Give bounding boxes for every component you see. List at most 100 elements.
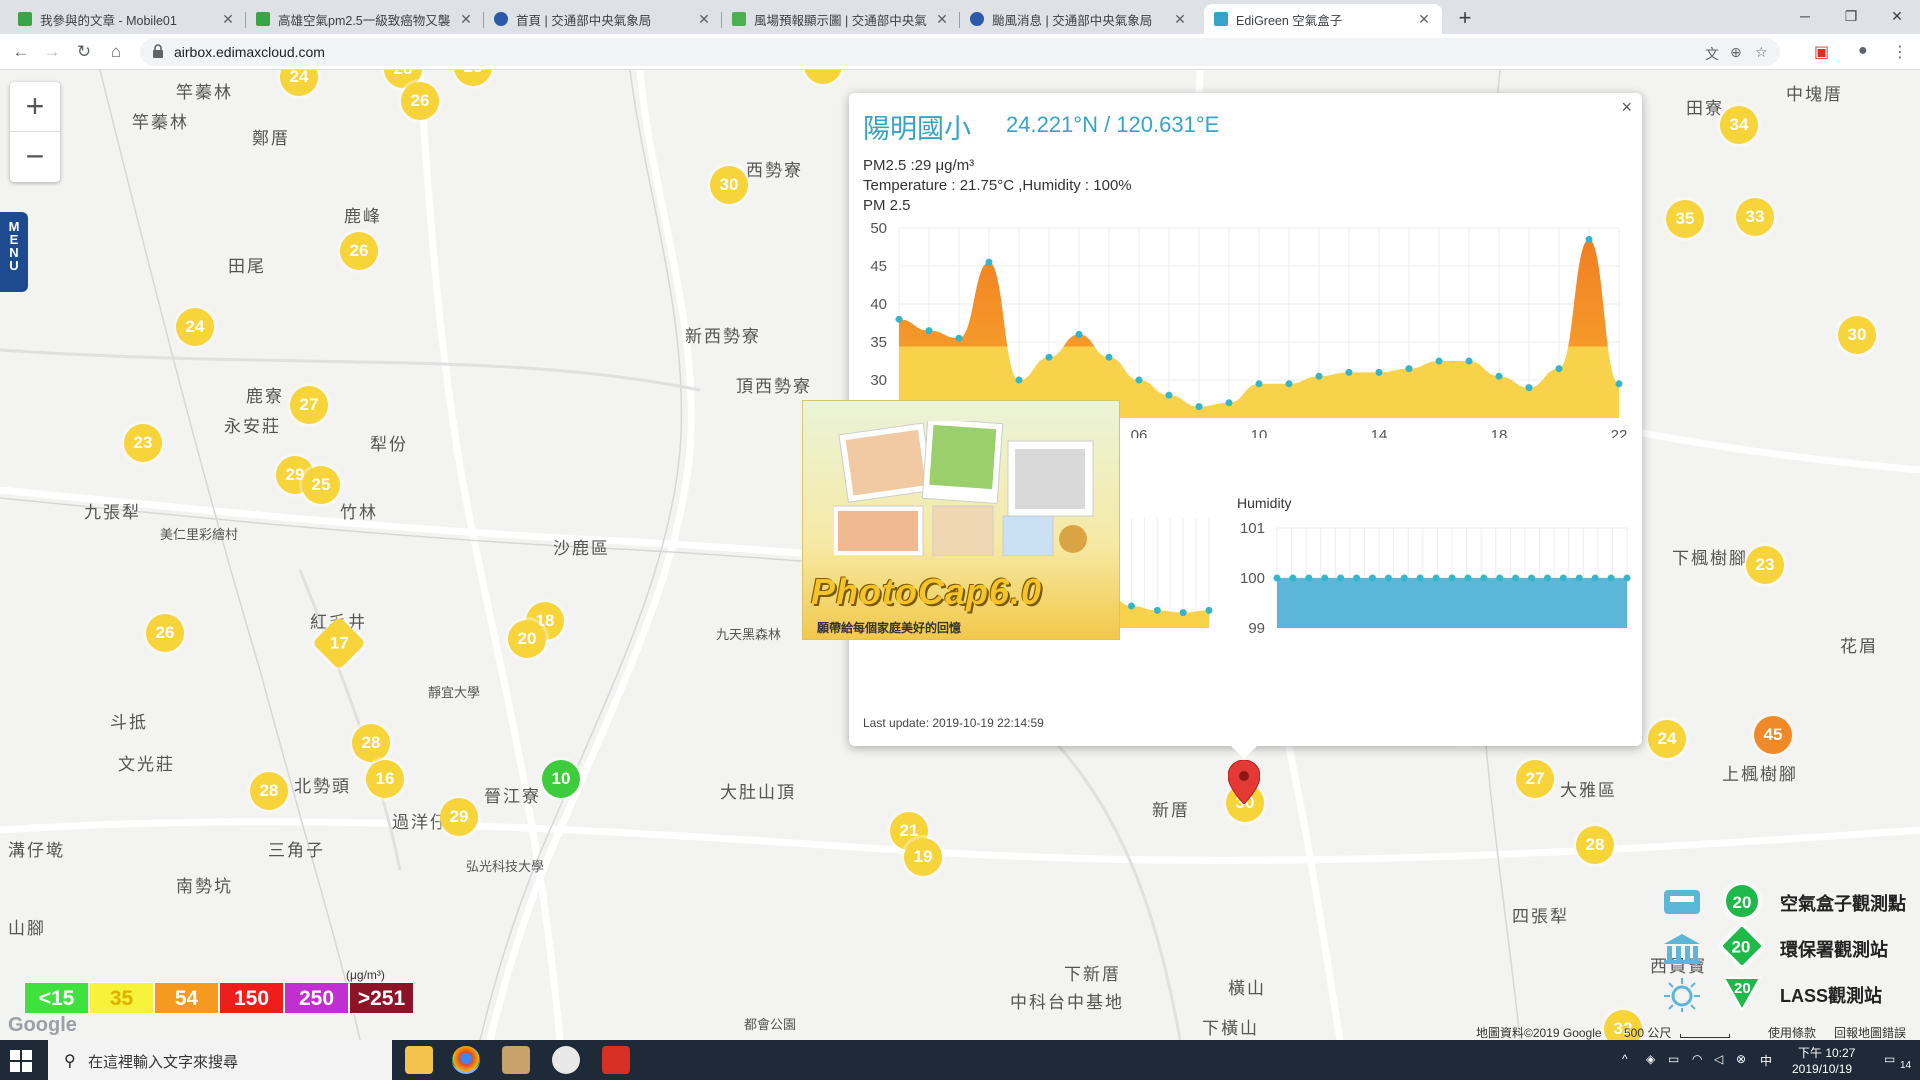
aqi-marker[interactable]: 33 xyxy=(1736,198,1774,236)
popup-close-button[interactable]: × xyxy=(1621,97,1632,118)
close-tab-icon[interactable]: ✕ xyxy=(220,11,236,28)
wifi-icon[interactable]: ◠ xyxy=(1692,1052,1702,1066)
legend-marker-value: 20 xyxy=(1734,980,1751,997)
aqi-marker[interactable]: 29 xyxy=(440,798,478,836)
x-tick-label: 22 xyxy=(1611,427,1628,438)
forward-arrow-icon[interactable]: → xyxy=(40,40,64,64)
close-tab-icon[interactable]: ✕ xyxy=(1172,11,1188,28)
window-close-button[interactable]: ✕ xyxy=(1874,2,1920,30)
close-tab-icon[interactable]: ✕ xyxy=(934,11,950,28)
data-point xyxy=(1416,574,1424,582)
browser-tab[interactable]: 首頁 | 交通部中央氣象局 ✕ xyxy=(484,4,722,34)
aqi-marker[interactable]: 27 xyxy=(290,386,328,424)
aqi-marker[interactable]: 20 xyxy=(508,620,546,658)
data-point xyxy=(1384,574,1392,582)
map-place-label: 竿蓁林 xyxy=(176,83,233,102)
aqi-marker[interactable]: 23 xyxy=(1746,546,1784,584)
app-icon[interactable] xyxy=(602,1046,630,1074)
aqi-marker[interactable]: 30 xyxy=(1838,316,1876,354)
home-icon[interactable]: ⌂ xyxy=(104,40,128,64)
mobile01-icon xyxy=(256,12,270,26)
zoom-in-button[interactable]: + xyxy=(10,82,60,132)
aqi-marker[interactable]: 26 xyxy=(340,232,378,270)
data-point xyxy=(1405,365,1413,373)
more-menu-icon[interactable]: ⋮ xyxy=(1892,42,1908,62)
reload-icon[interactable]: ↻ xyxy=(72,40,96,64)
data-point xyxy=(985,258,993,266)
aqi-marker[interactable]: 26 xyxy=(401,82,439,120)
app-icon[interactable] xyxy=(552,1046,580,1074)
bookmark-star-icon[interactable]: ☆ xyxy=(1755,44,1768,61)
lass-sun-icon xyxy=(1664,978,1700,1012)
aqi-marker[interactable]: 34 xyxy=(1720,106,1758,144)
ime-icon[interactable]: 中 xyxy=(1760,1052,1772,1069)
close-tab-icon[interactable]: ✕ xyxy=(696,11,712,28)
map-place-label: 永安莊 xyxy=(224,417,281,436)
aqi-marker[interactable]: 28 xyxy=(352,724,390,762)
back-arrow-icon[interactable]: ← xyxy=(9,40,33,64)
data-point xyxy=(1448,574,1456,582)
chrome-icon[interactable] xyxy=(452,1046,480,1074)
photocap-app-icon[interactable] xyxy=(502,1046,530,1074)
browser-tab[interactable]: 颱風消息 | 交通部中央氣象局 ✕ xyxy=(960,4,1198,34)
extension-icon[interactable]: ▣ xyxy=(1814,42,1829,62)
chevron-up-icon[interactable]: ^ xyxy=(1622,1052,1628,1066)
map-place-label: 頂西勢寮 xyxy=(736,377,812,396)
zoom-icon[interactable]: ⊕ xyxy=(1730,44,1742,61)
aqi-marker[interactable]: 35 xyxy=(1666,200,1704,238)
map-scale: 500 公尺 xyxy=(1624,1026,1672,1040)
y-tick-label: 100 xyxy=(1240,570,1265,587)
translate-icon[interactable]: 文 xyxy=(1705,44,1719,64)
data-point xyxy=(1015,376,1023,384)
aqi-marker[interactable]: 23 xyxy=(124,424,162,462)
data-point xyxy=(1165,391,1173,399)
aqi-marker[interactable]: 19 xyxy=(904,838,942,876)
aqi-marker[interactable]: 27 xyxy=(1516,760,1554,798)
aqi-marker[interactable]: 30 xyxy=(710,166,748,204)
map-place-label: 九張犁 xyxy=(84,503,141,522)
browser-tab[interactable]: 高雄空氣pm2.5一級致癌物又襲 ✕ xyxy=(246,4,484,34)
close-tab-icon[interactable]: ✕ xyxy=(1416,11,1432,28)
close-tab-icon[interactable]: ✕ xyxy=(458,11,474,28)
profile-icon[interactable]: ● xyxy=(1858,42,1868,60)
aqi-marker[interactable]: 16 xyxy=(366,760,404,798)
battery-icon[interactable]: ▭ xyxy=(1668,1052,1679,1066)
aqi-marker[interactable]: 28 xyxy=(1576,826,1614,864)
location-pin-icon[interactable] xyxy=(1228,760,1260,804)
notification-icon[interactable]: ▭ xyxy=(1884,1052,1895,1066)
taskbar-search-box[interactable]: ⚲ 在這裡輸入文字來搜尋 xyxy=(48,1040,392,1080)
aqi-marker[interactable]: 26 xyxy=(146,614,184,652)
menu-button[interactable]: MENU xyxy=(0,212,28,292)
x-tick-label: 10 xyxy=(1251,427,1268,438)
security-icon[interactable]: ◈ xyxy=(1646,1052,1655,1066)
zoom-out-button[interactable]: − xyxy=(10,132,60,182)
windows-start-icon[interactable] xyxy=(10,1050,32,1072)
minimize-button[interactable]: ─ xyxy=(1782,2,1828,30)
data-point xyxy=(1480,574,1488,582)
browser-tab[interactable]: 風場預報顯示圖 | 交通部中央氣 ✕ xyxy=(722,4,960,34)
close-circle-icon[interactable]: ⊗ xyxy=(1736,1052,1746,1066)
aqi-marker[interactable]: 45 xyxy=(1754,716,1792,754)
ad-photo-collage xyxy=(833,421,1094,556)
volume-icon[interactable]: ◁ xyxy=(1714,1052,1723,1066)
terms-link[interactable]: 使用條款 xyxy=(1768,1024,1816,1040)
file-explorer-icon[interactable] xyxy=(405,1046,433,1074)
clock-time[interactable]: 下午 10:27 xyxy=(1798,1044,1855,1061)
aqi-marker[interactable]: 28 xyxy=(250,772,288,810)
clock-date[interactable]: 2019/10/19 xyxy=(1792,1062,1852,1076)
epa-building-icon xyxy=(1664,934,1700,964)
ad-slogan: 願帶給每個家庭美好的回憶 xyxy=(817,621,962,635)
address-bar[interactable]: airbox.edimaxcloud.com 文 ⊕ ☆ xyxy=(140,38,1780,66)
aqi-marker[interactable]: 25 xyxy=(302,466,340,504)
aqi-marker[interactable]: 10 xyxy=(542,760,580,798)
aqi-marker[interactable]: 24 xyxy=(176,308,214,346)
photocap-ad[interactable]: PhotoCap6.0 願帶給每個家庭美好的回憶 xyxy=(802,400,1120,640)
report-error-link[interactable]: 回報地圖錯誤 xyxy=(1834,1024,1906,1040)
aqi-marker[interactable]: 24 xyxy=(1648,720,1686,758)
browser-tab-active[interactable]: EdiGreen 空氣盒子 ✕ xyxy=(1204,4,1442,34)
restore-button[interactable]: ❐ xyxy=(1828,2,1874,30)
map-place-label: 斗抵 xyxy=(110,713,148,732)
map-canvas[interactable]: 竿蓁林 竿蓁林 鄭厝 西勢寮 鹿峰 田尾 新西勢寮 頂西勢寮 鹿寮 永安莊 犁份… xyxy=(0,70,1920,1040)
browser-tab[interactable]: 我參與的文章 - Mobile01 ✕ xyxy=(8,4,246,34)
new-tab-button[interactable]: + xyxy=(1452,5,1478,31)
